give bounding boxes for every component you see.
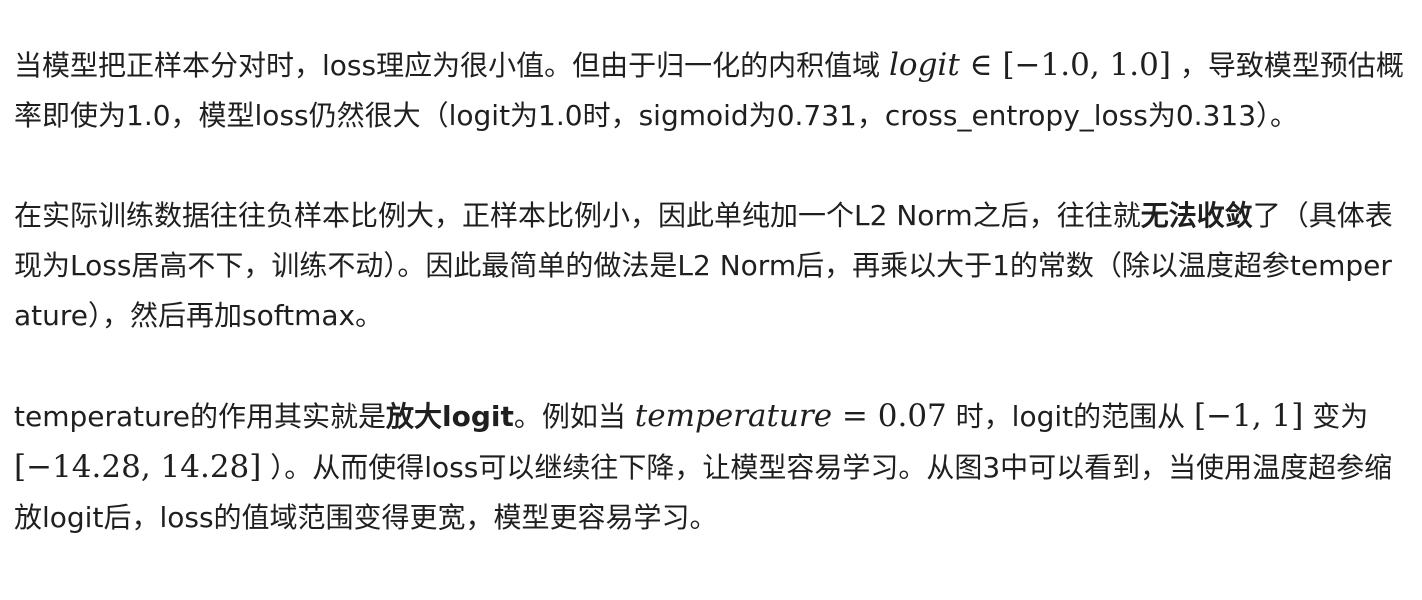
text-segment: 变为 [1303,400,1369,433]
paragraph-convergence: 在实际训练数据往往负样本比例大，正样本比例小，因此单纯加一个L2 Norm之后，… [14,191,1406,341]
text-segment: 。例如当 [513,400,635,433]
math-variable: temperature [634,398,833,434]
bold-text: 放大logit [386,400,514,433]
math-range-original: [−1, 1] [1194,398,1304,434]
math-expression: ∈ [−1.0, 1.0] [959,47,1171,83]
math-logit-range: logit ∈ [−1.0, 1.0] [889,47,1171,83]
article-body: 当模型把正样本分对时，loss理应为很小值。但由于归一化的内积值域 logit … [0,0,1422,543]
text-segment: 在实际训练数据往往负样本比例大，正样本比例小，因此单纯加一个L2 Norm之后，… [14,199,1141,232]
paragraph-temperature: temperature的作用其实就是放大logit。例如当 temperatur… [14,391,1406,543]
paragraph-loss-issue: 当模型把正样本分对时，loss理应为很小值。但由于归一化的内积值域 logit … [14,40,1406,141]
math-variable: logit [889,47,960,83]
bold-text: 无法收敛 [1140,199,1253,232]
text-segment: 当模型把正样本分对时，loss理应为很小值。但由于归一化的内积值域 [14,49,889,82]
math-expression: = 0.07 [832,398,947,434]
math-temperature: temperature = 0.07 [635,398,947,434]
text-segment: 时，logit的范围从 [946,400,1195,433]
text-segment: temperature的作用其实就是 [14,400,386,433]
math-range-scaled: [−14.28, 14.28] [14,449,262,485]
